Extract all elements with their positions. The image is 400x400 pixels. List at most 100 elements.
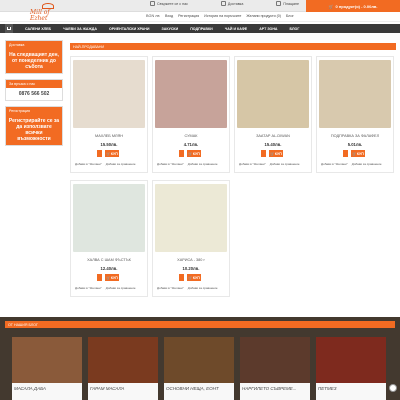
delivery-link[interactable]: Доставка — [220, 1, 243, 6]
payment-link[interactable]: Плащане — [276, 1, 299, 6]
compare-button[interactable]: Добави за сравнение — [352, 162, 382, 166]
product-name[interactable]: ЗААТАР AL-DIWAN — [235, 134, 311, 138]
compare-button[interactable]: Добави за сравнение — [106, 162, 136, 166]
product-card: ПОДПРАВКА ЗА ФАЛАФЕЛ 5.01лв. 🛒 КУП Добави… — [316, 56, 394, 173]
blog-card[interactable]: ГАРАМ МАСАЛА — [88, 337, 158, 400]
logo-ornament — [42, 2, 54, 9]
blog-caption[interactable]: НАРГИЛЕТО СЪВРЕМЕ... — [240, 383, 310, 400]
compare-button[interactable]: Добави за сравнение — [188, 286, 218, 290]
blog-section: ОТ НАШИЯ БЛОГ МАСАЛА ДАБА ГАРАМ МАСАЛА О… — [0, 317, 400, 400]
buy-button[interactable]: 🛒 КУП — [187, 150, 201, 157]
cart-icon: 🛒 — [328, 3, 334, 9]
product-name[interactable]: ПОДПРАВКА ЗА ФАЛАФЕЛ — [317, 134, 393, 138]
phone-number: 0876 566 502 — [6, 88, 62, 100]
phone-icon — [150, 1, 155, 6]
blog-card[interactable]: МАСАЛА ДАБА — [12, 337, 82, 400]
wishlist-button[interactable]: Добави в "Желани" — [321, 162, 348, 166]
buy-button[interactable]: 🛒 КУП — [187, 274, 201, 281]
product-price: 10.20лв. — [182, 266, 200, 271]
product-image[interactable] — [237, 60, 309, 128]
wishlist-link[interactable]: Желани продукти (0) — [246, 14, 281, 18]
quantity-input[interactable] — [97, 274, 102, 281]
blog-caption[interactable]: МАСАЛА ДАБА — [12, 383, 82, 400]
quantity-input[interactable] — [179, 150, 184, 157]
top-links: Свържете се с нас Доставка Плащане — [150, 1, 299, 6]
nav-item[interactable]: ОРИЕНТАЛСКИ ХРАНИ — [109, 27, 150, 31]
account-links: Вход Регистрация История на поръчките Же… — [165, 14, 294, 18]
cart-button[interactable]: 🛒 0 продукт(и) - 0.00лв. — [306, 0, 400, 12]
contact-link[interactable]: Свържете се с нас — [150, 1, 188, 6]
blog-caption[interactable]: ГАРАМ МАСАЛА — [88, 383, 158, 400]
wishlist-button[interactable]: Добави в "Желани" — [157, 162, 184, 166]
product-name[interactable]: ХАЛВА С ШАМ ФЪСТЪК — [71, 258, 147, 262]
compare-button[interactable]: Добави за сравнение — [188, 162, 218, 166]
buy-button[interactable]: 🛒 КУП — [105, 274, 119, 281]
product-price: 12.40лв. — [100, 266, 118, 271]
blog-card[interactable]: ОСНОВНИ НЕЩА, ЕОНТ — [164, 337, 234, 400]
product-card: ХАРИСА - 380 г 10.20лв. 🛒 КУП Добави в "Ж… — [152, 180, 230, 297]
bestsellers-title: НАЙ-ПРОДАВАНИ — [70, 43, 396, 50]
product-name[interactable]: МАХЛЕБ МЛЯН — [71, 134, 147, 138]
nav-item[interactable]: ЧАЕВИ ЗА ЖАЖДА — [63, 27, 97, 31]
quantity-input[interactable] — [97, 150, 102, 157]
product-image[interactable] — [155, 184, 227, 252]
blog-caption[interactable]: ПЕТМЕЗ — [316, 383, 386, 400]
order-history-link[interactable]: История на поръчките — [204, 14, 241, 18]
blog-link[interactable]: Блог — [286, 14, 294, 18]
nav-item[interactable]: ЗАКУСКИ — [161, 27, 178, 31]
wishlist-button[interactable]: Добави в "Желани" — [75, 286, 102, 290]
main-nav: САЛЕНИ ХЛЕБ ЧАЕВИ ЗА ЖАЖДА ОРИЕНТАЛСКИ Х… — [0, 24, 400, 33]
login-link[interactable]: Вход — [165, 14, 173, 18]
product-card: МАХЛЕБ МЛЯН 15.50лв. 🛒 КУП Добави в "Жела… — [70, 56, 148, 173]
blog-image[interactable] — [240, 337, 310, 383]
wishlist-button[interactable]: Добави в "Желани" — [75, 162, 102, 166]
truck-icon — [220, 1, 226, 6]
blog-image[interactable] — [164, 337, 234, 383]
blog-image[interactable] — [88, 337, 158, 383]
quantity-input[interactable] — [343, 150, 348, 157]
nav-item[interactable]: САЛЕНИ ХЛЕБ — [25, 27, 51, 31]
blog-image[interactable] — [316, 337, 386, 383]
product-name[interactable]: СУМАК — [153, 134, 229, 138]
nav-item[interactable]: АРТ ЗОНА — [259, 27, 277, 31]
compare-button[interactable]: Добави за сравнение — [270, 162, 300, 166]
product-price: 15.40лв. — [264, 142, 282, 147]
delivery-box: Доставка На следващият ден, от понеделни… — [5, 40, 63, 74]
product-card: ХАЛВА С ШАМ ФЪСТЪК 12.40лв. 🛒 КУП Добави … — [70, 180, 148, 297]
product-card: ЗААТАР AL-DIWAN 15.40лв. 🛒 КУП Добави в "… — [234, 56, 312, 173]
currency-selector[interactable]: BGN лв — [146, 14, 160, 18]
wishlist-button[interactable]: Добави в "Желани" — [157, 286, 184, 290]
logo[interactable]: Mill of Ezhet — [30, 2, 66, 22]
nav-item[interactable]: ЧАЙ И КАФЕ — [225, 27, 247, 31]
product-image[interactable] — [73, 184, 145, 252]
product-name[interactable]: ХАРИСА - 380 г — [153, 258, 229, 262]
scroll-top-button[interactable] — [389, 384, 397, 392]
product-image[interactable] — [155, 60, 227, 128]
product-price: 5.01лв. — [347, 142, 363, 147]
sidebar: Доставка На следващият ден, от понеделни… — [5, 40, 63, 151]
buy-button[interactable]: 🛒 КУП — [105, 150, 119, 157]
blog-title: ОТ НАШИЯ БЛОГ — [5, 321, 395, 328]
buy-button[interactable]: 🛒 КУП — [351, 150, 365, 157]
compare-button[interactable]: Добави за сравнение — [106, 286, 136, 290]
product-image[interactable] — [319, 60, 391, 128]
home-icon[interactable] — [5, 24, 13, 33]
blog-card[interactable]: НАРГИЛЕТО СЪВРЕМЕ... — [240, 337, 310, 400]
nav-item[interactable]: ПОДПРАВКИ — [190, 27, 213, 31]
product-price: 4.71лв. — [183, 142, 199, 147]
nav-item[interactable]: БЛОГ — [290, 27, 300, 31]
card-icon — [276, 1, 282, 6]
blog-image[interactable] — [12, 337, 82, 383]
quantity-input[interactable] — [261, 150, 266, 157]
register-box[interactable]: Регистрация Регистрирайте се за да изпол… — [5, 106, 63, 146]
wishlist-button[interactable]: Добави в "Желани" — [239, 162, 266, 166]
blog-caption[interactable]: ОСНОВНИ НЕЩА, ЕОНТ — [164, 383, 234, 400]
blog-card[interactable]: ПЕТМЕЗ — [316, 337, 386, 400]
product-price: 15.50лв. — [100, 142, 118, 147]
contact-box: За връзка с нас 0876 566 502 — [5, 79, 63, 101]
product-card: СУМАК 4.71лв. 🛒 КУП Добави в "Желани" Доба… — [152, 56, 230, 173]
product-image[interactable] — [73, 60, 145, 128]
quantity-input[interactable] — [179, 274, 184, 281]
register-link[interactable]: Регистрация — [178, 14, 199, 18]
buy-button[interactable]: 🛒 КУП — [269, 150, 283, 157]
